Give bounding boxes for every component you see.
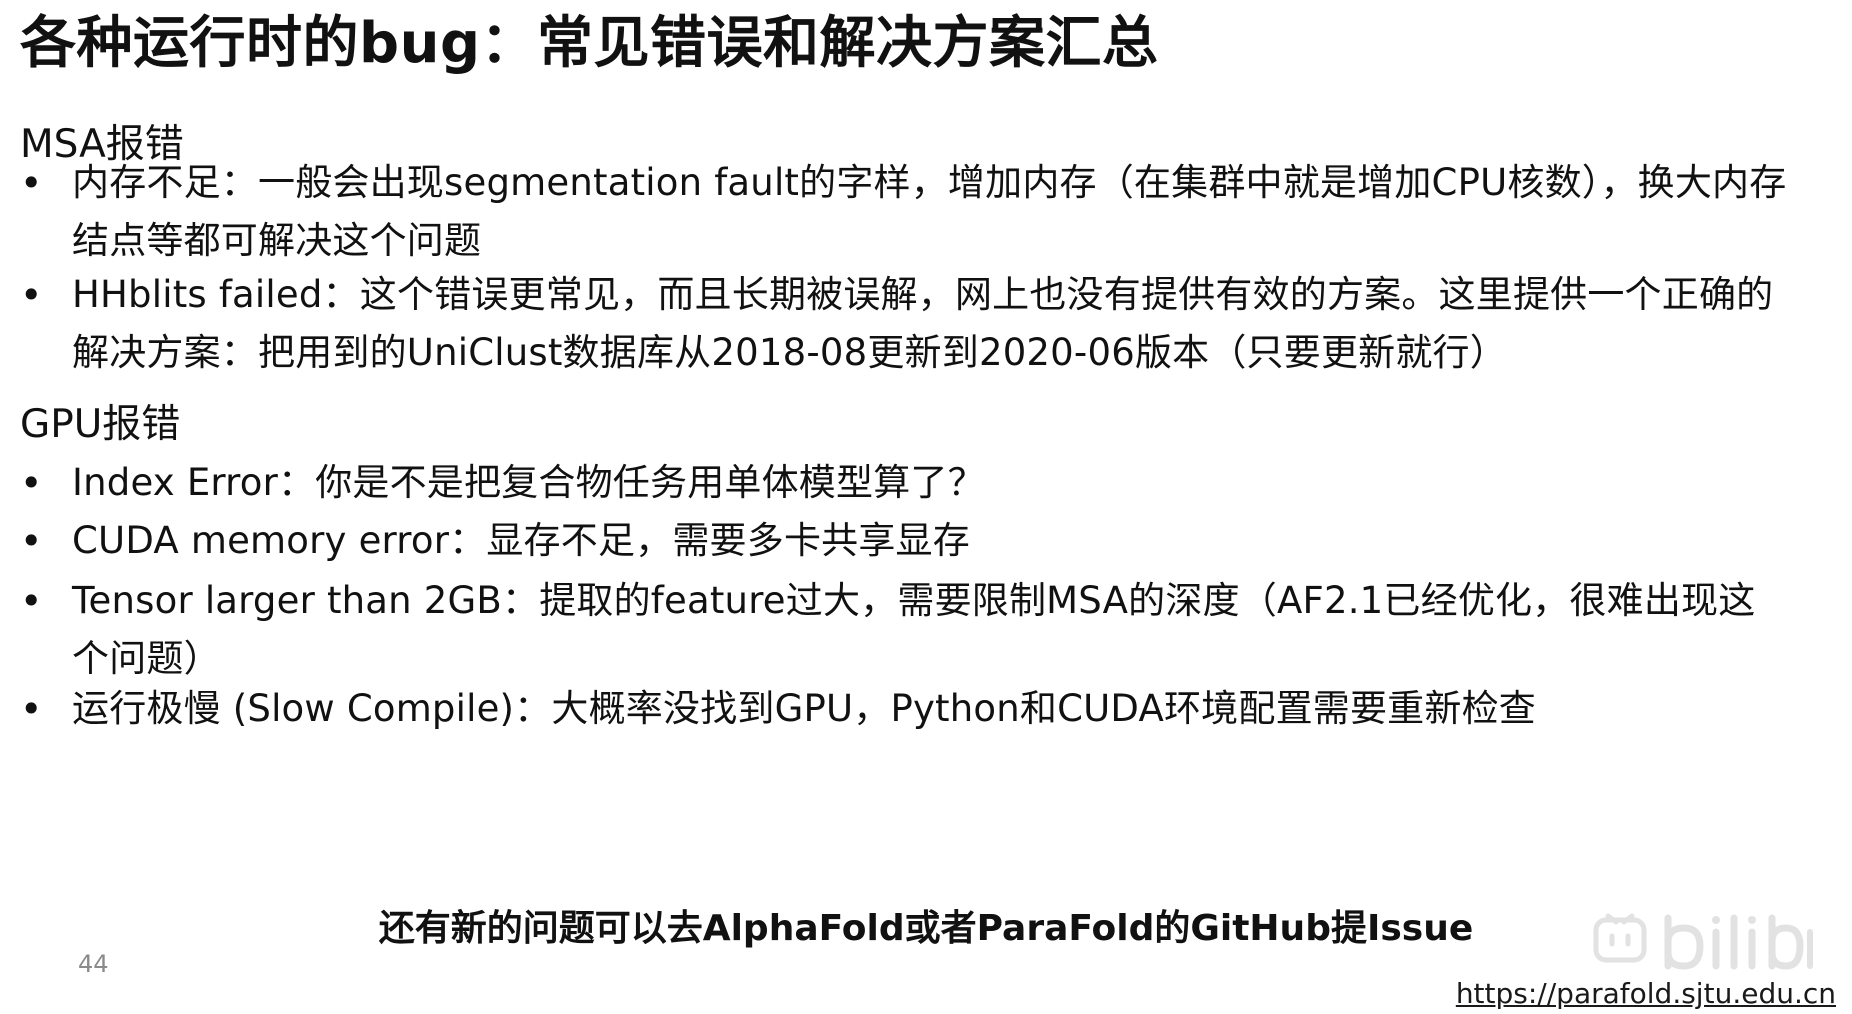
bullet-icon: •	[20, 161, 43, 205]
bullet-icon: •	[20, 273, 43, 317]
slide-title: 各种运行时的bug：常见错误和解决方案汇总	[20, 11, 1159, 76]
bullet-icon: •	[20, 461, 43, 505]
site-link[interactable]: https://parafold.sjtu.edu.cn	[1456, 976, 1836, 1012]
list-item-text: 运行极慢 (Slow Compile)：大概率没找到GPU，Python和CUD…	[72, 687, 1536, 730]
list-item-text: CUDA memory error：显存不足，需要多卡共享显存	[72, 519, 970, 562]
list-item-text: Index Error：你是不是把复合物任务用单体模型算了？	[72, 461, 985, 504]
list-item-text: Tensor larger than 2GB：提取的feature过大，需要限制…	[72, 579, 1756, 680]
page-number: 44	[78, 950, 109, 978]
list-item-text: HHblits failed：这个错误更常见，而且长期被误解，网上也没有提供有效…	[72, 273, 1774, 374]
list-item-text: 内存不足：一般会出现segmentation fault的字样，增加内存（在集群…	[72, 161, 1787, 262]
bullet-icon: •	[20, 687, 43, 731]
bullet-icon: •	[20, 519, 43, 563]
bullet-icon: •	[20, 579, 43, 623]
footer-note: 还有新的问题可以去AlphaFold或者ParaFold的GitHub提Issu…	[378, 908, 1474, 949]
bilibili-logo-icon	[1593, 913, 1813, 970]
section-heading-gpu: GPU报错	[20, 402, 181, 447]
